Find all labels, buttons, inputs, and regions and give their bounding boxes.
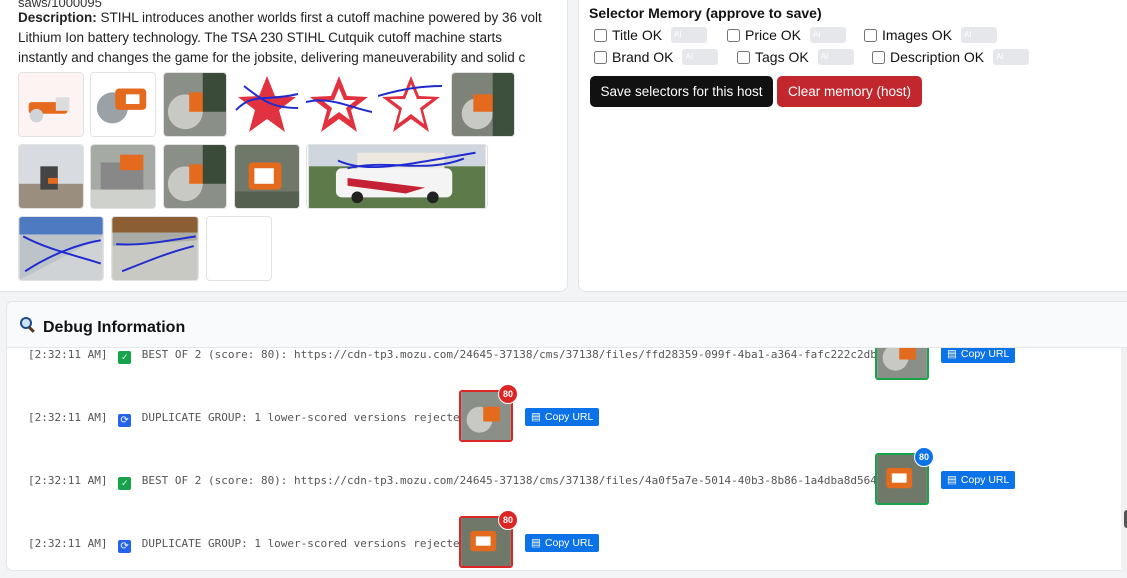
log-time: [2:32:11 AM]: [28, 474, 108, 487]
tags-ok-checkbox[interactable]: Tags OK AI: [737, 49, 854, 65]
images-ok-label: Images OK: [882, 27, 953, 43]
log-entry: [2:32:11 AM] ⟳ DUPLICATE GROUP: 1 lower-…: [28, 411, 466, 427]
price-ok-input[interactable]: [727, 28, 740, 42]
debug-header: Debug Information: [7, 302, 1127, 348]
magnifier-icon: [19, 316, 37, 339]
ai-badge-icon: AI: [993, 49, 1030, 65]
images-ok-input[interactable]: [864, 28, 877, 42]
ai-badge-icon: AI: [810, 27, 847, 43]
price-ok-checkbox[interactable]: Price OK AI: [727, 27, 847, 43]
clipboard-icon: ▤: [947, 348, 957, 360]
price-ok-label: Price OK: [745, 27, 802, 43]
log-time: [2:32:11 AM]: [28, 411, 108, 424]
description-ok-checkbox[interactable]: Description OK AI: [872, 49, 1030, 65]
clipboard-icon: ▤: [947, 474, 957, 486]
product-description: Description: STIHL introduces another wo…: [18, 8, 548, 68]
copy-url-button[interactable]: ▤ Copy URL: [941, 471, 1016, 489]
debug-scrollbar[interactable]: [1121, 348, 1127, 572]
log-time: [2:32:11 AM]: [28, 348, 108, 361]
log-entry: [2:32:11 AM] ⟳ DUPLICATE GROUP: 1 lower-…: [28, 537, 466, 553]
log-text: BEST OF 2 (score: 80): https://cdn-tp3.m…: [141, 348, 884, 361]
save-selectors-button[interactable]: Save selectors for this host: [590, 76, 773, 107]
product-image-thumb[interactable]: [90, 72, 156, 137]
log-entry: [2:32:11 AM] ✓ BEST OF 2 (score: 80): ht…: [28, 474, 883, 490]
selector-memory-card: Selector Memory (approve to save) Title …: [578, 0, 1127, 292]
title-ok-checkbox[interactable]: Title OK AI: [594, 27, 708, 43]
ai-badge-icon: AI: [671, 27, 708, 43]
log-entry: [2:32:11 AM] ✓ BEST OF 2 (score: 80): ht…: [28, 348, 883, 364]
rejected-patio-image[interactable]: [18, 216, 104, 281]
log-time: [2:32:11 AM]: [28, 537, 108, 550]
title-ok-input[interactable]: [594, 28, 607, 42]
debug-title-text: Debug Information: [43, 318, 186, 336]
description-ok-label: Description OK: [890, 49, 985, 65]
product-image-thumb[interactable]: [18, 72, 84, 137]
copy-url-button[interactable]: ▤ Copy URL: [941, 348, 1016, 363]
description-text: STIHL introduces another worlds first a …: [18, 10, 542, 65]
tags-ok-label: Tags OK: [755, 49, 809, 65]
log-text: BEST OF 2 (score: 80): https://cdn-tp3.m…: [141, 474, 884, 487]
debug-title: Debug Information: [19, 316, 185, 339]
check-icon: ✓: [118, 477, 132, 490]
rejected-patio-image[interactable]: [111, 216, 199, 281]
debug-panel: Debug Information [2:32:11 AM] ✓ BEST OF…: [6, 301, 1127, 572]
product-image-thumb[interactable]: [451, 72, 515, 137]
ai-badge-icon: AI: [817, 49, 854, 65]
copy-url-button[interactable]: ▤ Copy URL: [525, 534, 600, 552]
product-image-thumb[interactable]: [163, 72, 227, 137]
log-text: DUPLICATE GROUP: 1 lower-scored versions…: [141, 537, 467, 550]
images-ok-checkbox[interactable]: Images OK AI: [864, 27, 998, 43]
refresh-icon: ⟳: [118, 540, 132, 553]
clear-memory-button[interactable]: Clear memory (host): [777, 76, 922, 107]
product-image-thumb[interactable]: [163, 144, 227, 209]
score-badge: 80: [498, 510, 518, 530]
description-label: Description:: [18, 10, 97, 25]
product-image-thumb[interactable]: [90, 144, 156, 209]
brand-ok-input[interactable]: [594, 50, 607, 64]
score-badge: 80: [498, 384, 518, 404]
tags-ok-input[interactable]: [737, 50, 750, 64]
score-badge: 80: [914, 447, 934, 467]
ai-badge-icon: AI: [961, 27, 998, 43]
clipboard-icon: ▤: [531, 411, 541, 423]
description-ok-input[interactable]: [872, 50, 885, 64]
rejected-star-image[interactable]: [306, 72, 372, 137]
debug-log-list[interactable]: [2:32:11 AM] ✓ BEST OF 2 (score: 80): ht…: [18, 348, 1127, 578]
product-image-thumb-empty[interactable]: [206, 216, 272, 281]
ai-badge-icon: AI: [682, 49, 719, 65]
copy-url-button[interactable]: ▤ Copy URL: [525, 408, 600, 426]
brand-ok-label: Brand OK: [612, 49, 674, 65]
clipboard-icon: ▤: [531, 537, 541, 549]
refresh-icon: ⟳: [118, 414, 132, 427]
product-card: saws/1000095 Description: STIHL introduc…: [0, 0, 568, 292]
log-text: DUPLICATE GROUP: 1 lower-scored versions…: [141, 411, 467, 424]
product-image-thumb[interactable]: [18, 144, 84, 209]
brand-ok-checkbox[interactable]: Brand OK AI: [594, 49, 719, 65]
check-icon: ✓: [118, 351, 132, 364]
title-ok-label: Title OK: [612, 27, 663, 43]
rejected-star-image[interactable]: [234, 72, 300, 137]
rejected-van-image[interactable]: [306, 144, 488, 209]
selector-memory-title: Selector Memory (approve to save): [589, 5, 822, 21]
accepted-image-thumb[interactable]: [875, 348, 929, 380]
rejected-star-image[interactable]: [378, 72, 444, 137]
product-image-thumb[interactable]: [234, 144, 300, 209]
